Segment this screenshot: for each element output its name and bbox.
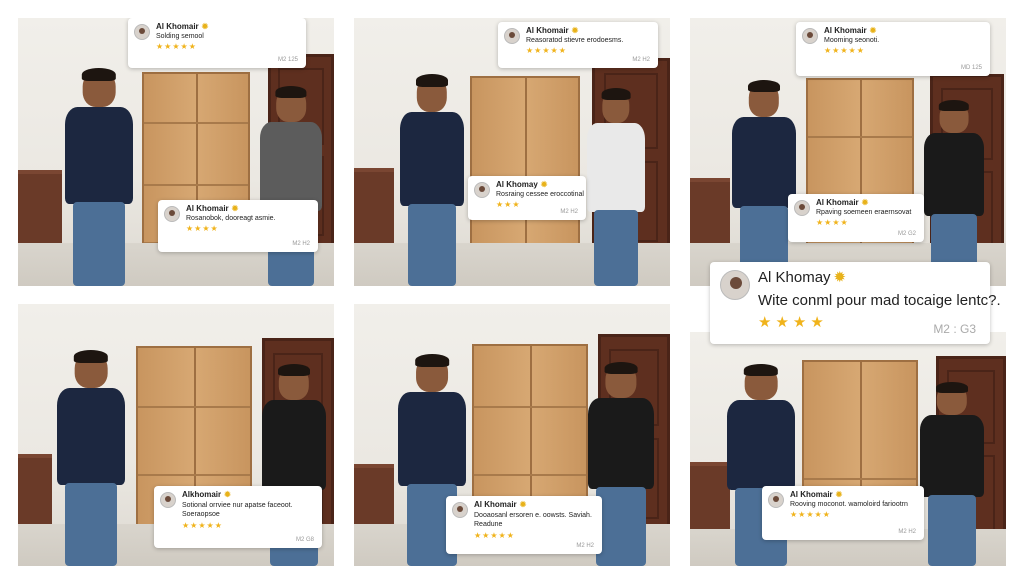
review-code: M2 G2 (897, 231, 916, 237)
reviewer-name: Al Khomair (186, 204, 229, 213)
reviewer-name: Al Khomay (496, 180, 538, 189)
review-code: M2 H2 (898, 529, 916, 535)
reviewer-name: Al Khomair (156, 22, 199, 31)
person-left (392, 73, 472, 286)
star-rating: ★★★★★ (526, 46, 567, 55)
star-rating: ★★★★★ (474, 531, 515, 540)
review-text: Rooving moconot. wamoloird fariootrn (790, 501, 908, 508)
reviewer-name: Al Khomair (474, 500, 517, 509)
person-left (724, 79, 804, 286)
review-text: Mooming seonoti. (824, 37, 880, 44)
verified-badge-icon: ✹ (869, 26, 877, 35)
star-rating: ★★★★★ (156, 42, 197, 51)
review-card: Al Khomair ✹ Rosanobok, dooreagt asmie. ★… (158, 200, 318, 252)
verified-badge-icon: ✹ (201, 22, 209, 31)
star-rating: ★★★ (496, 200, 521, 209)
avatar (134, 24, 150, 40)
review-text: Wite conml pour mad tocaige lentc?. (758, 292, 1001, 309)
photo-panel-3: Al Khomair ✹ Mooming seonoti. ★★★★★ MD 12… (690, 18, 1006, 286)
review-text: Reasoratod stievre erodoesms. (526, 37, 624, 44)
review-card: Alkhomair ✹ Sotional orrviee nur apatse f… (154, 486, 322, 548)
person-left (48, 349, 134, 566)
avatar (802, 28, 818, 44)
review-text: Sotional orrviee nur apatse faceoot. Soe… (182, 502, 293, 518)
verified-badge-icon: ✹ (540, 180, 548, 189)
reviewer-name: Al Khomair (790, 490, 833, 499)
avatar (768, 492, 784, 508)
verified-badge-icon: ✹ (861, 198, 869, 207)
reviewer-name: Alkhomair (182, 490, 222, 499)
review-code: M2 125 (277, 57, 298, 63)
photo-panel-4: Alkhomair ✹ Sotional orrviee nur apatse f… (18, 304, 334, 566)
verified-badge-icon: ✹ (835, 490, 843, 499)
verified-badge-icon: ✹ (519, 500, 527, 509)
review-card: Al Khomair ✹ Reasoratod stievre erodoesms… (498, 22, 658, 68)
reviewer-name: Al Khomair (816, 198, 859, 207)
review-text: Rpaving soemeen eraernsovat (816, 209, 912, 216)
review-card: Al Khomair ✹ Rooving moconot. wamoloird f… (762, 486, 924, 540)
photo-panel-1: Al Khomair ✹ Solding semool ★★★★★ M2 125 … (18, 18, 334, 286)
person-right (916, 100, 992, 286)
review-card: Al Khomay ✹ Rosraing cessee eroccotinal ★… (468, 176, 586, 220)
review-code: M2 H2 (632, 57, 650, 63)
person-right (252, 86, 330, 286)
photo-panel-6: Al Khomair ✹ Rooving moconot. wamoloird f… (690, 332, 1006, 566)
avatar (474, 182, 490, 198)
review-code: M2 H2 (560, 209, 578, 215)
star-rating: ★★★★ (816, 218, 849, 227)
reviewer-name: Al Khomair (526, 26, 569, 35)
avatar (720, 270, 750, 300)
review-code: M2 : G3 (933, 322, 976, 336)
review-card: Al Khomair ✹ Mooming seonoti. ★★★★★ MD 12… (796, 22, 990, 76)
review-code: MD 125 (960, 65, 982, 71)
person-left (56, 67, 142, 286)
review-text: Dooaosanl ersoren e. oowsts. Saviah. Rea… (474, 512, 592, 528)
avatar (794, 200, 810, 216)
review-text: Rosanobok, dooreagt asmie. (186, 215, 276, 222)
reviewer-name: Al Khomair (824, 26, 867, 35)
review-card: Al Khomair ✹ Solding semool ★★★★★ M2 125 (128, 18, 306, 68)
star-rating: ★★★★★ (790, 510, 831, 519)
star-rating: ★★★★★ (182, 521, 223, 530)
verified-badge-icon: ✹ (231, 204, 239, 213)
review-text: Rosraing cessee eroccotinal (496, 191, 584, 198)
verified-badge-icon: ✹ (571, 26, 579, 35)
reviewer-name: Al Khomay (758, 269, 831, 286)
review-code: M2 H2 (292, 241, 310, 247)
review-code: M2 H2 (576, 543, 594, 549)
verified-badge-icon: ✹ (224, 490, 231, 499)
review-card: Al Khomair ✹ Dooaosanl ersoren e. oowsts.… (446, 496, 602, 554)
person-right (580, 88, 652, 286)
avatar (504, 28, 520, 44)
photo-panel-2: Al Khomair ✹ Reasoratod stievre erodoesms… (354, 18, 670, 286)
star-rating: ★★★★★ (824, 46, 865, 55)
person-right (912, 382, 992, 566)
featured-review-card: Al Khomay ✹ Wite conml pour mad tocaige l… (710, 262, 1001, 344)
star-rating: ★★★★ (186, 224, 219, 233)
review-code: M2 G8 (295, 537, 314, 543)
verified-badge-icon: ✹ (833, 269, 847, 286)
review-card: Al Khomair ✹ Rpaving soemeen eraernsovat … (788, 194, 924, 242)
review-text: Solding semool (156, 33, 204, 40)
photo-panel-5: Al Khomair ✹ Dooaosanl ersoren e. oowsts.… (354, 304, 670, 566)
avatar (164, 206, 180, 222)
avatar (452, 502, 468, 518)
avatar (160, 492, 176, 508)
